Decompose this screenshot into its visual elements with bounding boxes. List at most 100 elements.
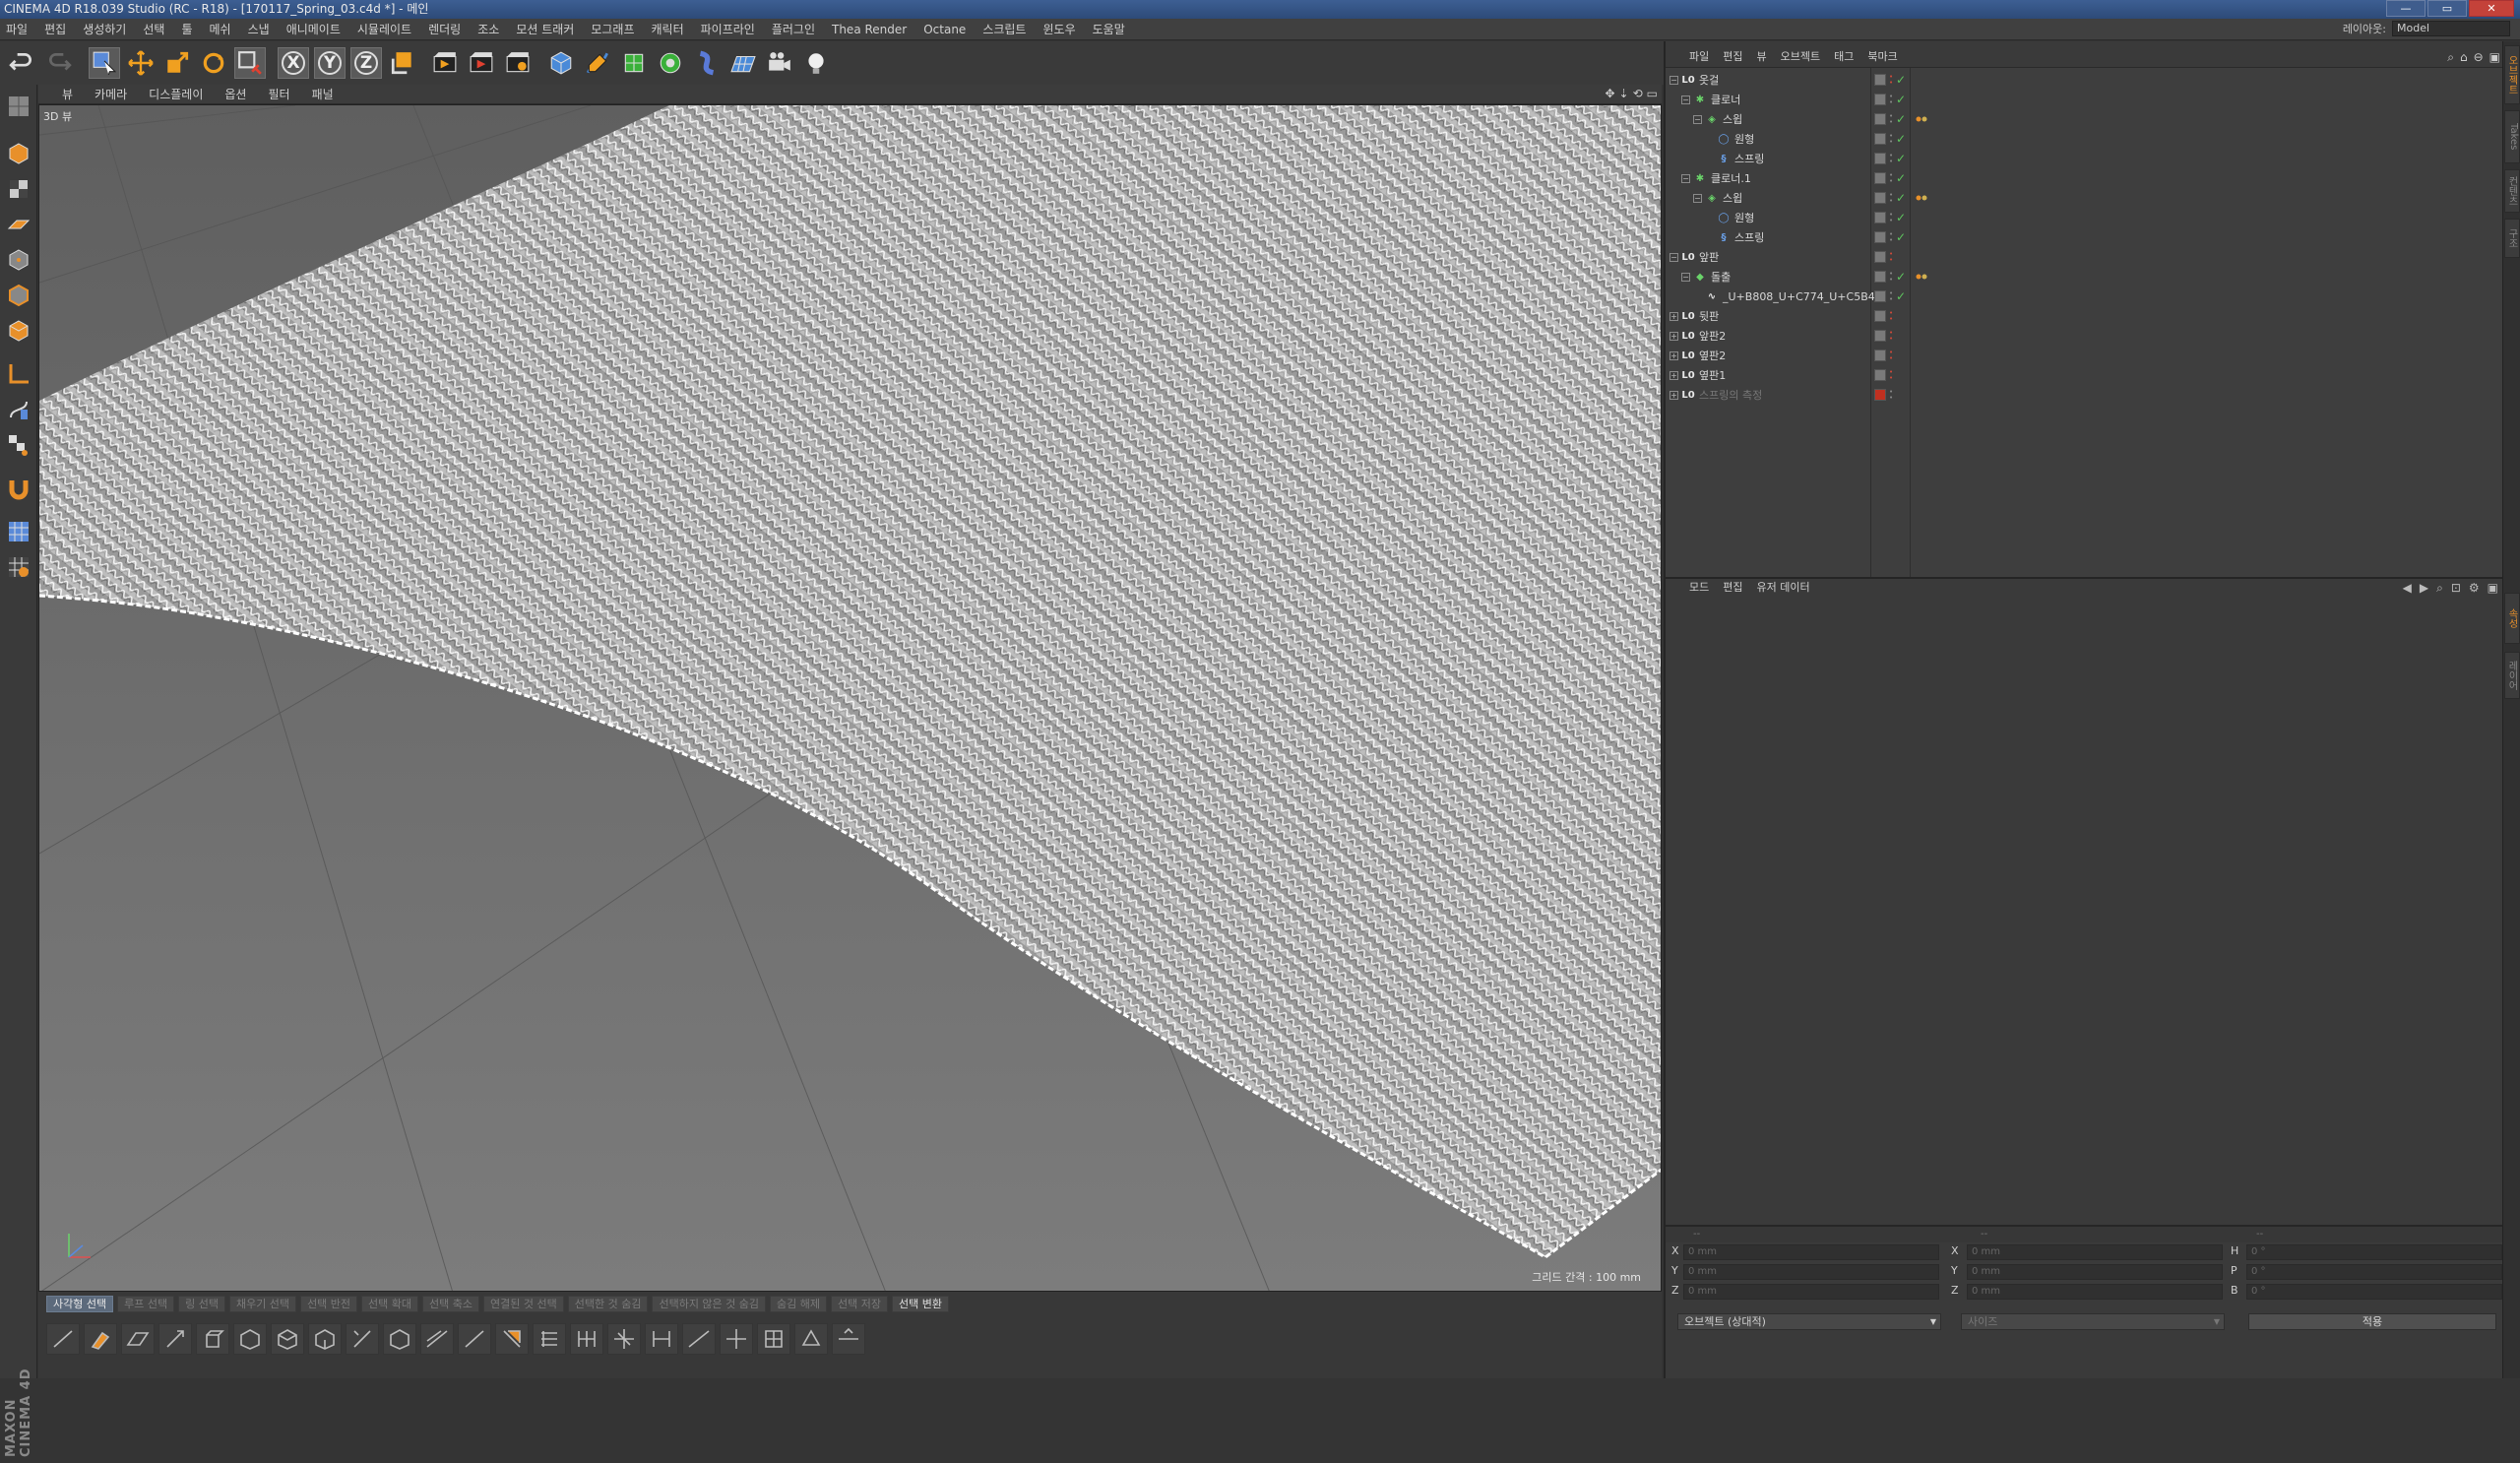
side-tab[interactable]: 컨텐츠 브라우저 — [2504, 169, 2520, 213]
viewport-nav-icon[interactable]: ▭ — [1647, 87, 1658, 100]
viewport-menu-item[interactable]: 디스플레이 — [149, 86, 203, 102]
object-manager-menu-item[interactable]: 편집 — [1723, 48, 1742, 64]
visibility-dots[interactable]: • • — [1889, 369, 1894, 382]
menu-item[interactable]: 메쉬 — [210, 21, 231, 37]
expand-toggle[interactable]: + — [1670, 390, 1678, 400]
close-button[interactable]: ✕ — [2469, 0, 2514, 17]
points-mode-icon[interactable] — [3, 244, 34, 276]
enabled-check-icon[interactable]: ✓ — [1896, 171, 1906, 185]
enabled-check-icon[interactable]: ✓ — [1896, 112, 1906, 126]
side-tab[interactable]: 레이어 — [2504, 652, 2520, 699]
expand-toggle[interactable]: − — [1681, 173, 1690, 183]
layer-color-swatch[interactable] — [1874, 94, 1886, 105]
menu-item[interactable]: Octane — [923, 23, 966, 36]
selection-tool-button[interactable]: 링 선택 — [178, 1296, 225, 1312]
selection-tool-button[interactable]: 선택 반전 — [300, 1296, 358, 1312]
light-icon[interactable] — [800, 47, 832, 79]
rotate-icon[interactable] — [198, 47, 229, 79]
viewport-menu-item[interactable]: 카메라 — [94, 86, 127, 102]
object-manager-menu-item[interactable]: 태그 — [1834, 48, 1854, 64]
cloner-icon[interactable] — [655, 47, 686, 79]
object-row[interactable]: § 스프링 • • ✓ — [1666, 149, 2504, 168]
forward-arrow-icon[interactable]: ▶ — [2420, 581, 2428, 596]
brush-icon[interactable] — [84, 1323, 117, 1355]
visibility-dots[interactable]: • • — [1889, 153, 1894, 165]
x-axis-button[interactable]: X — [278, 47, 309, 79]
side-tab[interactable]: Takes — [2504, 110, 2520, 163]
iron-icon[interactable] — [832, 1323, 865, 1355]
workplane-icon[interactable] — [3, 209, 34, 240]
menu-item[interactable]: Thea Render — [832, 23, 907, 36]
viewport-menu-item[interactable]: 옵션 — [224, 86, 246, 102]
visibility-dots[interactable]: • • — [1889, 251, 1894, 264]
layer-color-swatch[interactable] — [1874, 310, 1886, 322]
layer-color-swatch[interactable] — [1874, 231, 1886, 243]
coord-field[interactable]: 0 mm — [1683, 1284, 1939, 1300]
coordinate-system-icon[interactable] — [387, 47, 418, 79]
object-manager-menu-item[interactable]: 북마크 — [1867, 48, 1897, 64]
menu-item[interactable]: 플러그인 — [772, 21, 815, 37]
object-row[interactable]: + L0 스프링의 측정 • • — [1666, 385, 2504, 405]
object-manager-menu-item[interactable]: 오브젝트 — [1781, 48, 1820, 64]
model-mode-icon[interactable] — [3, 138, 34, 169]
extrude-icon[interactable] — [196, 1323, 229, 1355]
bridge-icon[interactable] — [308, 1323, 342, 1355]
layer-color-swatch[interactable] — [1874, 212, 1886, 223]
visibility-dots[interactable]: • • — [1889, 113, 1894, 126]
sweep-tool-icon[interactable] — [794, 1323, 828, 1355]
enabled-check-icon[interactable]: ✓ — [1896, 152, 1906, 165]
expand-toggle[interactable]: − — [1693, 193, 1702, 203]
expand-toggle[interactable]: − — [1670, 252, 1678, 262]
side-tab[interactable]: 속성 — [2504, 593, 2520, 644]
panel-icon[interactable]: ▣ — [2489, 50, 2500, 65]
object-row[interactable]: + L0 옆판1 • • — [1666, 365, 2504, 385]
recent-tools-icon[interactable] — [234, 47, 266, 79]
object-row[interactable]: + L0 옆판2 • • — [1666, 346, 2504, 365]
viewport-nav-icon[interactable]: ⇣ — [1619, 87, 1629, 100]
menu-item[interactable]: 파일 — [6, 21, 28, 37]
texture-mode-icon[interactable] — [3, 173, 34, 205]
object-row[interactable]: − L0 앞판 • • — [1666, 247, 2504, 267]
plane-cut-icon[interactable] — [121, 1323, 155, 1355]
object-row[interactable]: + L0 뒷판 • • — [1666, 306, 2504, 326]
stitch-icon[interactable] — [420, 1323, 454, 1355]
selection-tool-button[interactable]: 연결된 것 선택 — [483, 1296, 564, 1312]
enabled-check-icon[interactable]: ✓ — [1896, 93, 1906, 106]
axis-mode-icon[interactable] — [3, 358, 34, 390]
object-row[interactable]: − ◈ 스윕 • • ✓ — [1666, 188, 2504, 208]
visibility-dots[interactable]: • • — [1889, 94, 1894, 106]
object-row[interactable]: − ✱ 클로너 • • ✓ — [1666, 90, 2504, 109]
3d-viewport[interactable]: 3D 뷰 그리드 간격 : 100 mm — [38, 104, 1662, 1292]
magnet-tool-icon[interactable] — [533, 1323, 566, 1355]
redo-icon[interactable] — [43, 47, 75, 79]
pen-spline-icon[interactable] — [582, 47, 613, 79]
expand-toggle[interactable]: + — [1670, 370, 1678, 380]
viewport-menu-item[interactable]: 필터 — [268, 86, 289, 102]
menu-item[interactable]: 스크립트 — [982, 21, 1026, 37]
expand-toggle[interactable]: − — [1693, 114, 1702, 124]
subdivision-icon[interactable] — [618, 47, 650, 79]
smooth-icon[interactable] — [458, 1323, 491, 1355]
enabled-check-icon[interactable]: ✓ — [1896, 191, 1906, 205]
menu-item[interactable]: 애니메이트 — [286, 21, 341, 37]
set-point-icon[interactable] — [645, 1323, 678, 1355]
coord-field[interactable]: 0 mm — [1683, 1264, 1939, 1280]
layer-color-swatch[interactable] — [1874, 153, 1886, 164]
visibility-dots[interactable]: • • — [1889, 330, 1894, 343]
selection-tool-button[interactable]: 선택 저장 — [831, 1296, 888, 1312]
expand-toggle[interactable]: + — [1670, 311, 1678, 321]
layer-color-swatch[interactable] — [1874, 133, 1886, 145]
layout-dropdown[interactable]: Model — [2392, 21, 2510, 36]
visibility-dots[interactable]: • • — [1889, 310, 1894, 323]
object-row[interactable]: ◯ 원형 • • ✓ — [1666, 208, 2504, 227]
enabled-check-icon[interactable]: ✓ — [1896, 132, 1906, 146]
viewport-menu-item[interactable]: 패널 — [312, 86, 334, 102]
bevel-icon[interactable] — [271, 1323, 304, 1355]
move-icon[interactable] — [125, 47, 157, 79]
back-arrow-icon[interactable]: ◀ — [2403, 581, 2412, 596]
maximize-button[interactable]: ▭ — [2427, 0, 2467, 17]
minimize-button[interactable]: — — [2386, 0, 2426, 17]
object-row[interactable]: ◯ 원형 • • ✓ — [1666, 129, 2504, 149]
attribute-manager-menu-item[interactable]: 편집 — [1723, 579, 1742, 595]
undo-icon[interactable] — [6, 47, 37, 79]
